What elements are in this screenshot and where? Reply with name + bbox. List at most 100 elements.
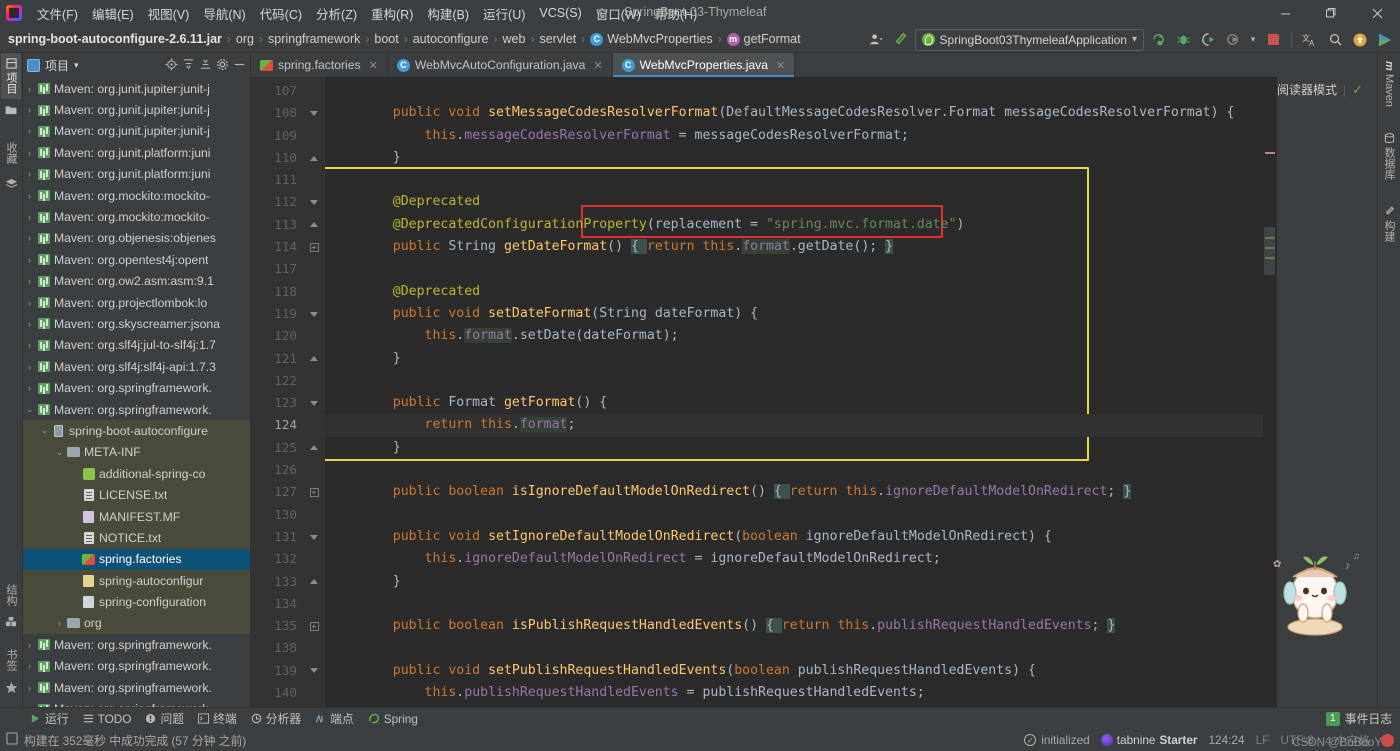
event-log-button[interactable]: 1 事件日志 [1325, 710, 1392, 727]
fold-marker-plus[interactable]: + [303, 481, 325, 503]
chevron-right-icon[interactable]: › [53, 618, 66, 628]
fold-marker-down[interactable] [303, 392, 325, 414]
editor-tab-2[interactable]: C WebMvcProperties.java ✕ [612, 53, 796, 77]
fold-marker-up[interactable] [303, 571, 325, 593]
tool-window-button-3[interactable]: 终端 [198, 710, 237, 727]
code-line[interactable] [325, 169, 1263, 191]
code-line[interactable]: return this.format; [325, 414, 1263, 437]
code-line[interactable]: } [325, 147, 1263, 169]
tree-item[interactable]: additional-spring-co [23, 463, 250, 485]
tree-item[interactable]: › Maven: org.ow2.asm:asm:9.1 [23, 271, 250, 292]
chevron-right-icon[interactable]: › [23, 255, 36, 265]
menu-item-1[interactable]: 编辑(E) [85, 1, 141, 26]
notification-orb-icon[interactable] [1381, 733, 1394, 747]
chevron-down-icon[interactable]: ▾ [74, 60, 79, 71]
code-line[interactable]: public boolean isPublishRequestHandledEv… [325, 615, 1263, 637]
star-icon[interactable] [5, 676, 18, 707]
fold-marker-down[interactable] [303, 102, 325, 124]
breadcrumb-item-2[interactable]: springframework [268, 32, 360, 46]
tree-item[interactable]: › Maven: org.mockito:mockito- [23, 185, 250, 206]
fold-marker-down[interactable] [303, 526, 325, 548]
fold-marker-plus[interactable]: + [303, 615, 325, 637]
tree-item[interactable]: › Maven: org.slf4j:slf4j-api:1.7.3 [23, 356, 250, 377]
menu-item-0[interactable]: 文件(F) [30, 1, 85, 26]
fold-marker-up[interactable] [303, 348, 325, 370]
tree-item[interactable]: › Maven: org.springframework. [23, 377, 250, 398]
tool-window-button-4[interactable]: 分析器 [251, 710, 301, 727]
tree-item[interactable]: › Maven: org.projectlombok:lo [23, 292, 250, 313]
expand-all-icon[interactable] [182, 58, 195, 74]
caret-position[interactable]: 124:24 [1208, 733, 1244, 747]
profile-icon[interactable] [1222, 29, 1244, 51]
tree-item[interactable]: › Maven: org.springframework. [23, 698, 250, 707]
code-line[interactable]: public void setDateFormat(String dateFor… [325, 303, 1263, 325]
code-line[interactable]: @Deprecated [325, 281, 1263, 303]
code-line[interactable] [325, 258, 1263, 280]
code-line[interactable] [325, 593, 1263, 615]
breadcrumb-item-8[interactable]: m getFormat [726, 32, 801, 46]
code-line[interactable]: } [325, 571, 1263, 593]
tabnine-status[interactable]: tabnine Starter [1100, 733, 1197, 747]
chevron-right-icon[interactable]: › [23, 704, 36, 707]
menu-item-6[interactable]: 重构(R) [364, 1, 420, 26]
tree-item[interactable]: LICENSE.txt [23, 484, 250, 506]
chevron-right-icon[interactable]: › [23, 212, 36, 222]
chevron-right-icon[interactable]: › [23, 191, 36, 201]
close-tab-icon[interactable]: ✕ [593, 59, 602, 72]
play-icon[interactable] [1374, 29, 1396, 51]
fold-marker-up[interactable] [303, 704, 325, 707]
maximize-icon[interactable] [1308, 0, 1354, 26]
run-icon[interactable] [1147, 29, 1169, 51]
tree-item[interactable]: › Maven: org.junit.jupiter:junit-j [23, 78, 250, 99]
chevron-right-icon[interactable]: › [23, 126, 36, 136]
menu-item-3[interactable]: 导航(N) [196, 1, 252, 26]
build-blocks-icon[interactable] [5, 611, 17, 636]
search-everywhere-icon[interactable] [1324, 29, 1346, 51]
tree-item[interactable]: › Maven: org.springframework. [23, 656, 250, 677]
fold-marker-down[interactable] [303, 303, 325, 325]
folder-icon[interactable] [5, 99, 17, 123]
code-line[interactable] [325, 504, 1263, 526]
close-tab-icon[interactable]: ✕ [369, 59, 378, 72]
chevron-down-icon-2[interactable]: ▾ [1247, 29, 1259, 51]
breadcrumb-item-3[interactable]: boot [374, 32, 398, 46]
code-line[interactable] [325, 637, 1263, 659]
tree-item[interactable]: › org [23, 612, 250, 635]
tree-item[interactable]: ⌄ spring-boot-autoconfigure [23, 420, 250, 442]
tree-item[interactable]: › Maven: org.junit.jupiter:junit-j [23, 121, 250, 142]
editor-tab-0[interactable]: spring.factories ✕ [251, 53, 388, 77]
breadcrumb-item-1[interactable]: org [236, 32, 254, 46]
tree-item[interactable]: › Maven: org.slf4j:jul-to-slf4j:1.7 [23, 335, 250, 356]
code-line[interactable]: } [325, 348, 1263, 370]
scrollbar-thumb[interactable] [1264, 227, 1275, 275]
file-encoding[interactable]: UTF-8 [1280, 733, 1313, 747]
chevron-right-icon[interactable]: › [23, 661, 36, 671]
run-configuration-selector[interactable]: SpringBoot03ThymeleafApplication ▾ [914, 28, 1144, 51]
sidebar-item-bookmarks[interactable]: 书签 [1, 644, 21, 676]
code-line[interactable]: this.format.setDate(dateFormat); [325, 325, 1263, 347]
tree-item[interactable]: › Maven: org.objenesis:objenes [23, 228, 250, 249]
chevron-right-icon[interactable]: › [23, 298, 36, 308]
chevron-right-icon[interactable]: › [23, 148, 36, 158]
code-line[interactable]: public boolean isIgnoreDefaultModelOnRed… [325, 481, 1263, 503]
bottom-tool-bar[interactable]: 运行 TODO 问题 终端 分析器 端点 Spring [0, 707, 1400, 729]
chevron-right-icon[interactable]: › [23, 383, 36, 393]
chevron-right-icon[interactable]: › [23, 84, 36, 94]
layers-icon[interactable] [5, 173, 18, 198]
code-line[interactable]: @Deprecated [325, 191, 1263, 213]
project-panel-title[interactable]: 项目 ▾ [27, 57, 79, 74]
tool-window-button-1[interactable]: TODO [83, 712, 131, 726]
tool-window-button-5[interactable]: 端点 [315, 710, 354, 727]
code-line[interactable]: this.publishRequestHandledEvents = publi… [325, 682, 1263, 704]
tree-item[interactable]: › Maven: org.junit.platform:juni [23, 142, 250, 163]
tree-item[interactable]: › Maven: org.junit.platform:juni [23, 164, 250, 185]
tree-item[interactable]: › Maven: org.springframework. [23, 677, 250, 698]
code-text[interactable]: public void setMessageCodesResolverForma… [325, 77, 1263, 707]
chevron-right-icon[interactable]: › [23, 640, 36, 650]
sidebar-item-build[interactable]: 构建 [1379, 201, 1399, 247]
chevron-right-icon[interactable]: › [23, 276, 36, 286]
tree-item[interactable]: spring.factories [23, 548, 250, 570]
tree-item[interactable]: › Maven: org.mockito:mockito- [23, 206, 250, 227]
breadcrumb-item-6[interactable]: servlet [539, 32, 576, 46]
run-with-coverage-icon[interactable] [1197, 29, 1219, 51]
